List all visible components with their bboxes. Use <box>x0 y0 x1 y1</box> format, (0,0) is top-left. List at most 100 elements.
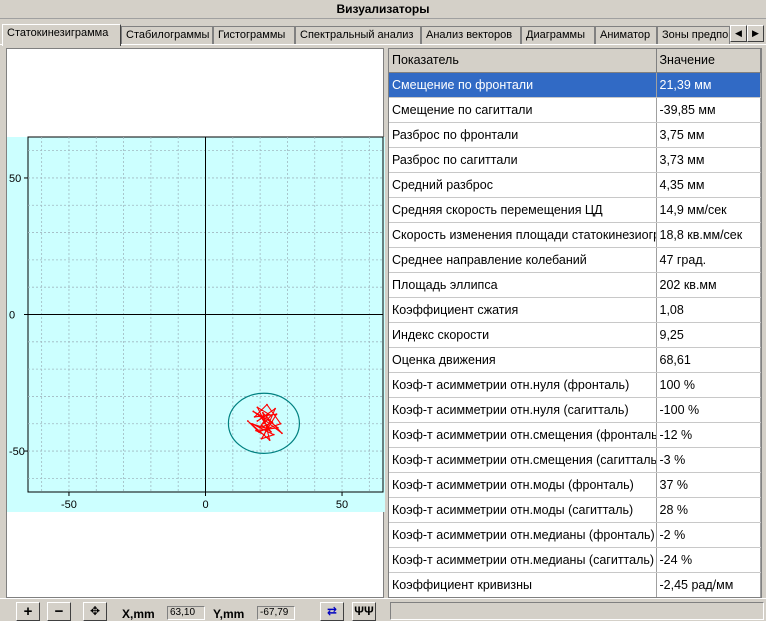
table-row[interactable]: Коэф-т асимметрии отн.смещения (фронталь… <box>389 422 761 448</box>
zoom-out-button[interactable]: − <box>47 602 71 621</box>
tab-histograms[interactable]: Гистограммы <box>213 26 295 45</box>
indicator-name-cell[interactable]: Коэффициент сжатия <box>389 297 657 323</box>
indicator-value-cell[interactable]: -2,45 рад/мм <box>656 572 761 597</box>
table-row[interactable]: Коэффициент сжатия 1,08 <box>389 297 761 323</box>
indicator-value-cell[interactable]: -2 % <box>656 522 761 548</box>
trace-point <box>261 418 264 421</box>
indicator-name-cell[interactable]: Скорость изменения площади статокинезиог… <box>389 222 657 248</box>
indicator-value-cell[interactable]: -12 % <box>656 422 761 448</box>
table-row[interactable]: Коэф-т асимметрии отн.моды (сагитталь) 28… <box>389 497 761 523</box>
indicator-name-cell[interactable]: Индекс скорости <box>389 322 657 348</box>
tab-strip: Статокинезиграмма Стабилограммы Гистогра… <box>0 24 766 46</box>
tab-diagrams[interactable]: Диаграммы <box>521 26 595 45</box>
indicator-value-cell[interactable]: 4,35 мм <box>656 172 761 198</box>
statokinesigram-chart[interactable]: -50 0 50 50 0 -50 <box>7 49 385 599</box>
indicator-name-cell[interactable]: Коэффициент кривизны <box>389 572 657 597</box>
indicator-value-cell[interactable]: 3,75 мм <box>656 122 761 148</box>
table-row[interactable]: Средний разброс 4,35 мм <box>389 172 761 198</box>
table-row[interactable]: Смещение по сагиттали -39,85 мм <box>389 97 761 123</box>
indicator-value-cell[interactable]: 14,9 мм/сек <box>656 197 761 223</box>
table-row[interactable]: Коэф-т асимметрии отн.моды (фронталь) 37 … <box>389 472 761 498</box>
tab-statokinesigram[interactable]: Статокинезиграмма <box>2 24 121 46</box>
indicator-name-cell[interactable]: Смещение по сагиттали <box>389 97 657 123</box>
indicator-value-cell[interactable]: -3 % <box>656 447 761 473</box>
trace-point <box>261 411 264 414</box>
tab-spectral-analysis[interactable]: Спектральный анализ <box>295 26 421 45</box>
table-row[interactable]: Коэф-т асимметрии отн.медианы (сагитталь… <box>389 547 761 573</box>
indicator-name-cell[interactable]: Коэф-т асимметрии отн.смещения (сагиттал… <box>389 447 657 473</box>
zoom-in-button[interactable]: + <box>16 602 40 621</box>
table-row[interactable]: Оценка движения 68,61 <box>389 347 761 373</box>
table-row[interactable]: Индекс скорости 9,25 <box>389 322 761 348</box>
table-header-row: Показатель Значение <box>389 49 761 73</box>
indicator-value-cell[interactable]: 9,25 <box>656 322 761 348</box>
center-icon[interactable]: ✥ <box>83 602 107 621</box>
y-tick-label: -50 <box>9 446 25 458</box>
indicator-name-cell[interactable]: Коэф-т асимметрии отн.смещения (фронталь… <box>389 422 657 448</box>
table-row[interactable]: Средняя скорость перемещения ЦД 14,9 мм/с… <box>389 197 761 223</box>
indicator-value-cell[interactable]: 1,08 <box>656 297 761 323</box>
indicator-value-cell[interactable]: 18,8 кв.мм/сек <box>656 222 761 248</box>
table-row[interactable]: Коэффициент кривизны -2,45 рад/мм <box>389 572 761 597</box>
indicator-name-cell[interactable]: Смещение по фронтали <box>389 72 657 98</box>
trace-point <box>259 426 262 429</box>
trace-point <box>266 425 269 428</box>
trace-point <box>274 407 277 410</box>
indicator-value-cell[interactable]: 21,39 мм <box>656 72 761 98</box>
tab-scroll-right-icon[interactable]: ▶ <box>747 25 764 42</box>
y-coord-value: -67,79 <box>257 606 295 620</box>
tab-scroll-left-icon[interactable]: ◀ <box>730 25 747 42</box>
tab-scroll: ◀ ▶ <box>730 25 764 42</box>
indicator-name-cell[interactable]: Разброс по фронтали <box>389 122 657 148</box>
trace-point <box>275 413 278 416</box>
tab-vector-analysis[interactable]: Анализ векторов <box>421 26 521 45</box>
indicator-name-cell[interactable]: Разброс по сагиттали <box>389 147 657 173</box>
table-row[interactable]: Коэф-т асимметрии отн.нуля (сагитталь) -1… <box>389 397 761 423</box>
trace-point <box>255 429 257 432</box>
indicator-value-cell[interactable]: 37 % <box>656 472 761 498</box>
table-row[interactable]: Смещение по фронтали 21,39 мм <box>389 72 761 98</box>
indicator-value-cell[interactable]: 47 град. <box>656 247 761 273</box>
table-row[interactable]: Коэф-т асимметрии отн.медианы (фронталь)… <box>389 522 761 548</box>
indicator-value-cell[interactable]: 28 % <box>656 497 761 523</box>
indicator-value-cell[interactable]: 100 % <box>656 372 761 398</box>
x-tick-label: -50 <box>61 499 77 511</box>
indicator-value-cell[interactable]: -39,85 мм <box>656 97 761 123</box>
tab-zones[interactable]: Зоны предпо <box>657 26 730 45</box>
table-row[interactable]: Разброс по фронтали 3,75 мм <box>389 122 761 148</box>
indicator-name-cell[interactable]: Коэф-т асимметрии отн.моды (фронталь) <box>389 472 657 498</box>
tab-stabilograms[interactable]: Стабилограммы <box>121 26 213 45</box>
x-tick-label: 0 <box>202 499 208 511</box>
indicator-name-cell[interactable]: Площадь эллипса <box>389 272 657 298</box>
table-row[interactable]: Коэф-т асимметрии отн.смещения (сагиттал… <box>389 447 761 473</box>
indicator-value-cell[interactable]: 202 кв.мм <box>656 272 761 298</box>
column-header-value[interactable]: Значение <box>656 49 761 73</box>
indicator-name-cell[interactable]: Коэф-т асимметрии отн.медианы (сагитталь… <box>389 547 657 573</box>
indicator-name-cell[interactable]: Коэф-т асимметрии отн.медианы (фронталь) <box>389 522 657 548</box>
indicator-value-cell[interactable]: 68,61 <box>656 347 761 373</box>
table-row[interactable]: Разброс по сагиттали 3,73 мм <box>389 147 761 173</box>
table-row[interactable]: Скорость изменения площади статокинезиог… <box>389 222 761 248</box>
indicator-name-cell[interactable]: Коэф-т асимметрии отн.нуля (фронталь) <box>389 372 657 398</box>
indicator-name-cell[interactable]: Оценка движения <box>389 347 657 373</box>
trace-point <box>246 420 249 422</box>
trace-point <box>272 433 275 436</box>
table-row[interactable]: Среднее направление колебаний 47 град. <box>389 247 761 273</box>
indicator-name-cell[interactable]: Коэф-т асимметрии отн.моды (сагитталь) <box>389 497 657 523</box>
trace-point <box>267 413 270 416</box>
column-header-indicator[interactable]: Показатель <box>389 49 657 73</box>
indicator-name-cell[interactable]: Средний разброс <box>389 172 657 198</box>
indicator-name-cell[interactable]: Средняя скорость перемещения ЦД <box>389 197 657 223</box>
status-panel <box>390 602 764 620</box>
trace-point <box>270 431 272 433</box>
indicator-name-cell[interactable]: Среднее направление колебаний <box>389 247 657 273</box>
swap-axes-icon[interactable]: ⇄ <box>320 602 344 621</box>
table-row[interactable]: Коэф-т асимметрии отн.нуля (фронталь) 100… <box>389 372 761 398</box>
tab-animator[interactable]: Аниматор <box>595 26 657 45</box>
feet-icon[interactable]: ΨΨ <box>352 602 376 621</box>
indicator-value-cell[interactable]: 3,73 мм <box>656 147 761 173</box>
indicator-value-cell[interactable]: -100 % <box>656 397 761 423</box>
indicator-value-cell[interactable]: -24 % <box>656 547 761 573</box>
table-row[interactable]: Площадь эллипса 202 кв.мм <box>389 272 761 298</box>
indicator-name-cell[interactable]: Коэф-т асимметрии отн.нуля (сагитталь) <box>389 397 657 423</box>
